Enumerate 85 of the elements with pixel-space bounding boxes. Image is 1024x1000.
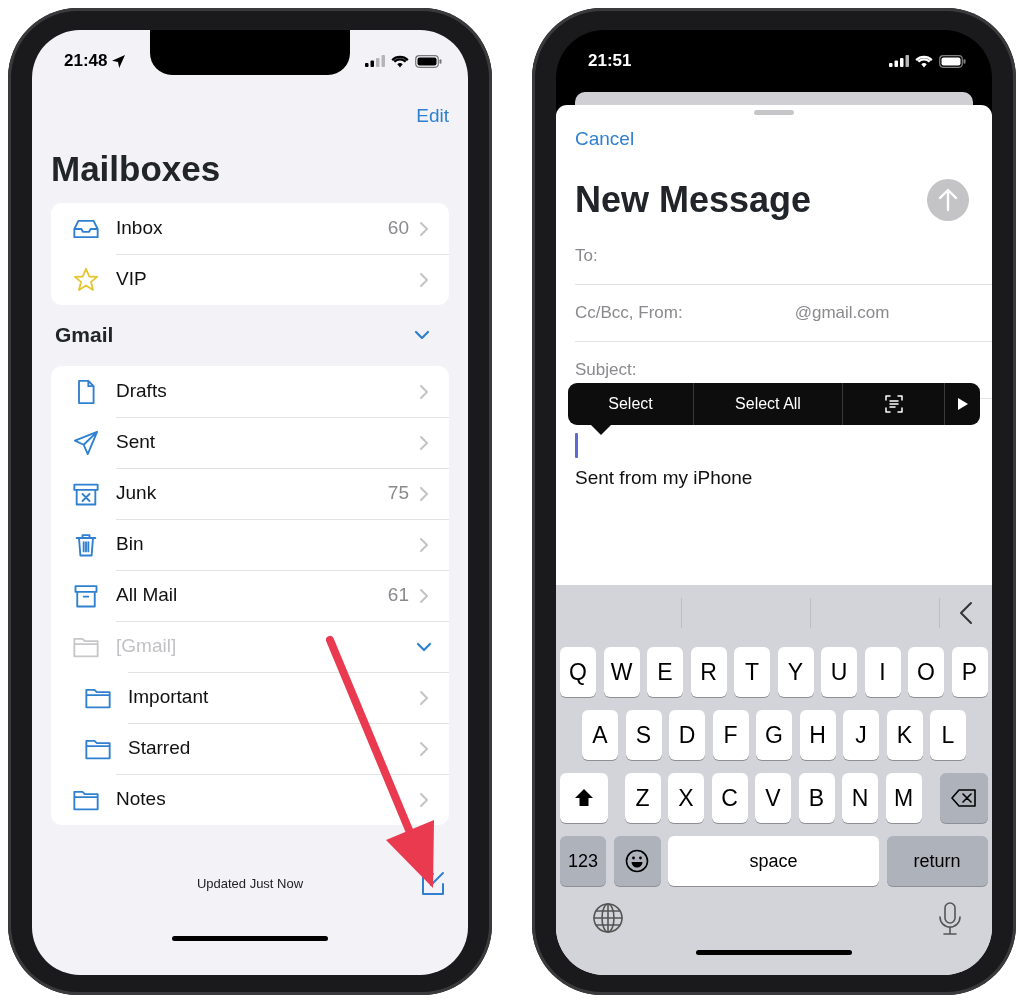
message-field[interactable]: To: — [575, 228, 992, 285]
keyboard-key[interactable]: L — [930, 710, 966, 760]
space-key[interactable]: space — [668, 836, 879, 886]
numbers-key[interactable]: 123 — [560, 836, 606, 886]
keyboard-key[interactable]: D — [669, 710, 705, 760]
compose-title: New Message — [575, 178, 812, 222]
keyboard-key[interactable]: S — [625, 710, 662, 760]
message-body: Sent from my iPhone — [575, 466, 754, 490]
smiley-icon — [625, 849, 649, 873]
keyboard-key[interactable]: Z — [624, 773, 661, 823]
microphone-icon[interactable] — [938, 902, 962, 936]
chevron-right-icon — [419, 485, 429, 502]
keyboard-key[interactable]: H — [799, 710, 836, 760]
battery-icon — [415, 54, 442, 68]
keyboard-key[interactable]: V — [755, 773, 791, 823]
menu-item[interactable]: Select All — [694, 383, 843, 425]
status-time: 21:48 — [64, 50, 108, 73]
keyboard-key[interactable]: R — [690, 647, 727, 697]
keyboard-key[interactable]: P — [951, 647, 988, 697]
edit-button[interactable]: Edit — [416, 101, 449, 131]
chevron-right-icon — [419, 271, 429, 288]
battery-icon — [939, 54, 966, 68]
keyboard-key[interactable]: W — [603, 647, 640, 697]
mailbox-row[interactable]: Notes — [51, 774, 449, 825]
section-header: Gmail — [55, 322, 114, 349]
keyboard-key[interactable]: F — [712, 710, 749, 760]
keyboard-key[interactable]: U — [821, 647, 857, 697]
chevron-right-icon — [419, 791, 429, 808]
field-label: Cc/Bcc, From: — [575, 302, 683, 325]
chevron-right-icon — [419, 689, 429, 706]
sender-field[interactable]: Cc/Bcc, From: @gmail.com — [575, 285, 992, 342]
backspace-key[interactable] — [940, 773, 988, 823]
menu-item[interactable]: Select — [568, 383, 694, 425]
text-cursor — [575, 433, 578, 458]
keyboard-key[interactable]: N — [842, 773, 878, 823]
screen-title: Mailboxes — [51, 148, 222, 190]
keyboard-key[interactable]: B — [798, 773, 835, 823]
mailbox-row[interactable]: Junk 75 — [51, 468, 449, 519]
update-status: Updated Just Now — [196, 875, 304, 894]
signal-icon — [889, 55, 909, 67]
keyboard-key[interactable]: E — [647, 647, 683, 697]
chevron-right-icon — [419, 434, 429, 451]
chevron-right-icon — [419, 740, 429, 757]
keyboard-key[interactable]: G — [756, 710, 792, 760]
backspace-icon — [951, 789, 977, 807]
unread-count: 61 — [387, 583, 409, 608]
keyboard-key[interactable]: K — [886, 710, 923, 760]
keyboard-key[interactable]: A — [582, 710, 618, 760]
unread-count: 75 — [387, 481, 409, 506]
chevron-down-icon[interactable] — [414, 330, 430, 340]
shift-key[interactable] — [560, 773, 608, 823]
chevron-right-icon — [419, 220, 429, 237]
keyboard-key[interactable]: Y — [777, 647, 814, 697]
globe-icon[interactable] — [592, 902, 624, 934]
mailbox-row[interactable]: Sent — [51, 417, 449, 468]
cancel-button[interactable]: Cancel — [575, 128, 635, 150]
keyboard-key[interactable]: I — [864, 647, 901, 697]
keyboard-key[interactable]: J — [843, 710, 879, 760]
mailbox-row[interactable]: Inbox 60 — [51, 203, 449, 254]
mailbox-row[interactable]: Bin — [51, 519, 449, 570]
mailbox-row[interactable]: Drafts — [51, 366, 449, 417]
shift-arrow-icon — [574, 788, 594, 808]
play-icon — [956, 397, 969, 411]
mailbox-row[interactable]: All Mail 61 — [51, 570, 449, 621]
return-key[interactable]: return — [886, 836, 988, 886]
wifi-icon — [391, 54, 409, 68]
chevron-right-icon — [419, 587, 429, 604]
emoji-key[interactable] — [613, 836, 661, 886]
keyboard-key[interactable]: Q — [560, 647, 596, 697]
keyboard-key[interactable]: M — [885, 773, 922, 823]
chevron-right-icon — [419, 536, 429, 553]
keyboard-key[interactable]: T — [734, 647, 770, 697]
chevron-right-icon — [419, 383, 429, 400]
scan-text-icon — [884, 395, 903, 413]
field-value: @gmail.com — [794, 302, 890, 325]
signal-icon — [365, 55, 385, 67]
chevron-left-icon[interactable] — [959, 600, 973, 625]
keyboard-key[interactable]: O — [908, 647, 944, 697]
mailbox-row[interactable]: VIP — [51, 254, 449, 305]
wifi-icon — [915, 54, 933, 68]
unread-count: 60 — [387, 216, 409, 241]
compose-icon[interactable] — [420, 871, 446, 897]
status-time: 21:51 — [588, 50, 632, 73]
keyboard-key[interactable]: X — [668, 773, 704, 823]
keyboard-key[interactable]: C — [711, 773, 748, 823]
